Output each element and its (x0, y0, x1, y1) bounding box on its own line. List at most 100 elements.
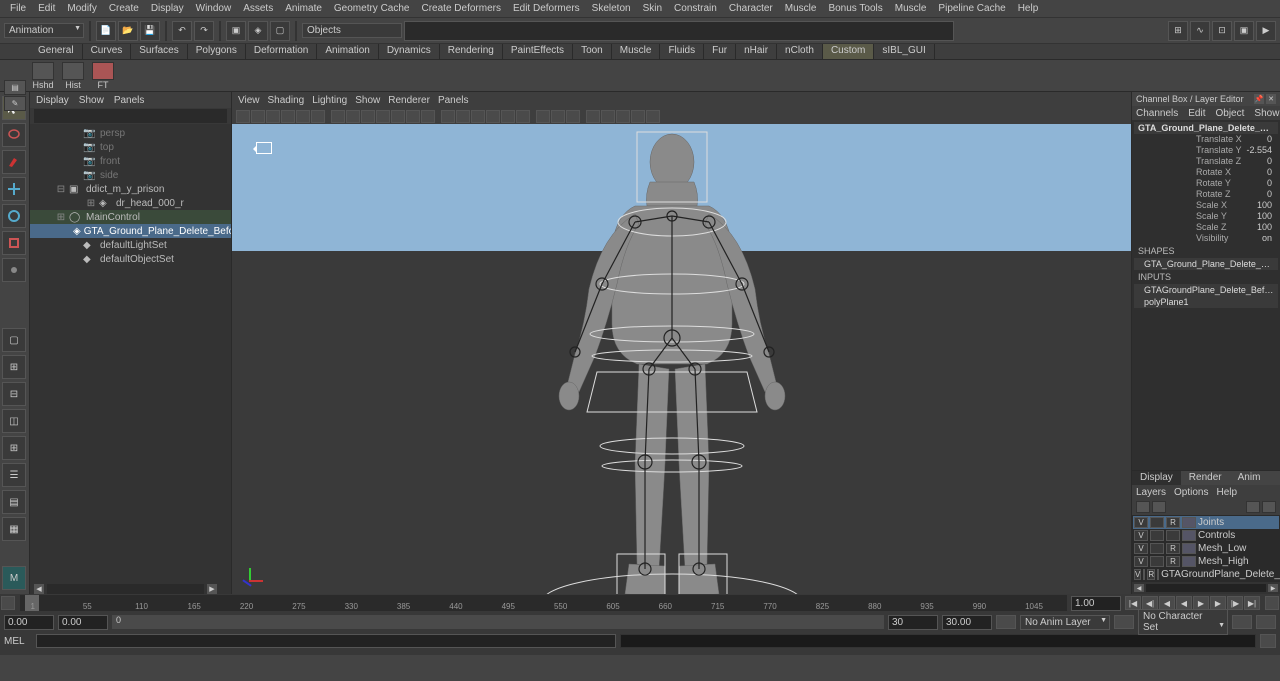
attr-visibility[interactable]: Visibilityon (1134, 233, 1278, 244)
undo-icon[interactable]: ↶ (172, 21, 192, 41)
vp-isolate-icon[interactable] (536, 110, 550, 123)
vp-shadows-icon[interactable] (501, 110, 515, 123)
selection-mask-dropdown[interactable]: Objects (302, 23, 402, 38)
vp-smooth-shade-icon[interactable] (456, 110, 470, 123)
vp-view-transform-icon[interactable] (616, 110, 630, 123)
range-end-field[interactable]: 30 (888, 615, 938, 630)
vp-menu-renderer[interactable]: Renderer (388, 95, 430, 106)
outliner-item-dr-head[interactable]: ⊞◈dr_head_000_r (30, 196, 231, 210)
layer-new-empty-icon[interactable] (1246, 501, 1260, 513)
lasso-tool[interactable] (2, 123, 26, 147)
vp-select-camera-icon[interactable] (236, 110, 250, 123)
cmdline-label[interactable]: MEL (4, 636, 32, 647)
anim-layer-settings-icon[interactable] (1114, 615, 1134, 629)
go-to-end-button[interactable]: ▶| (1244, 596, 1260, 610)
layer-menu-options[interactable]: Options (1174, 487, 1208, 498)
outliner-h-scrollbar[interactable] (47, 584, 204, 594)
shelf-tab-animation[interactable]: Animation (317, 44, 378, 59)
layer-scroll-left[interactable]: ◀ (1134, 584, 1144, 592)
snap-curve-icon[interactable]: ∿ (1190, 21, 1210, 41)
attr-scale-z[interactable]: Scale Z100 (1134, 222, 1278, 233)
paint-select-tool[interactable] (2, 150, 26, 174)
shelf-hshd-button[interactable]: Hshd (30, 62, 56, 90)
outliner-item-defaultobjectset[interactable]: ◆defaultObjectSet (30, 252, 231, 266)
maya-logo-icon[interactable]: M (2, 566, 26, 590)
menu-pipeline-cache[interactable]: Pipeline Cache (932, 1, 1011, 16)
current-time-field[interactable]: 1.00 (1071, 596, 1121, 611)
menu-geometry-cache[interactable]: Geometry Cache (328, 1, 416, 16)
shelf-edit-icon[interactable]: ✎ (4, 96, 26, 111)
vp-high-quality-icon[interactable] (516, 110, 530, 123)
shelf-tab-painteffects[interactable]: PaintEffects (503, 44, 573, 59)
attr-translate-z[interactable]: Translate Z0 (1134, 156, 1278, 167)
layer-ground-plane[interactable]: VRGTAGroundPlane_Delete_Befo (1133, 568, 1279, 581)
ipr-icon[interactable]: ▣ (1234, 21, 1254, 41)
shelf-tab-muscle[interactable]: Muscle (612, 44, 661, 59)
outliner-search[interactable] (34, 109, 227, 123)
vp-depth-icon[interactable] (631, 110, 645, 123)
outliner-item-defaultlightset[interactable]: ◆defaultLightSet (30, 238, 231, 252)
layer-mesh-low[interactable]: VRMesh_Low (1133, 542, 1279, 555)
menu-display[interactable]: Display (145, 1, 190, 16)
snap-point-icon[interactable]: ⊡ (1212, 21, 1232, 41)
panel-close-icon[interactable]: ✕ (1266, 94, 1276, 104)
layer-move-down-icon[interactable] (1152, 501, 1166, 513)
vp-gamma-icon[interactable] (601, 110, 615, 123)
vp-safe-title-icon[interactable] (421, 110, 435, 123)
menu-edit[interactable]: Edit (32, 1, 61, 16)
shelf-tab-fluids[interactable]: Fluids (660, 44, 704, 59)
layer-joints[interactable]: VRJoints (1133, 516, 1279, 529)
outliner-item-front[interactable]: 📷front (30, 154, 231, 168)
cb-input-node-1[interactable]: polyPlane1 (1134, 296, 1278, 308)
script-editor-icon[interactable] (1260, 634, 1276, 648)
shelf-hist-button[interactable]: Hist (60, 62, 86, 90)
timeline-menu-icon[interactable] (1, 596, 15, 610)
redo-icon[interactable]: ↷ (194, 21, 214, 41)
shelf-tab-polygons[interactable]: Polygons (188, 44, 246, 59)
vp-grease-icon[interactable] (311, 110, 325, 123)
vp-exposure-icon[interactable] (586, 110, 600, 123)
shelf-tab-toon[interactable]: Toon (573, 44, 612, 59)
attr-rotate-z[interactable]: Rotate Z0 (1134, 189, 1278, 200)
anim-layer-dropdown[interactable]: No Anim Layer (1020, 615, 1110, 630)
shelf-tab-deformation[interactable]: Deformation (246, 44, 317, 59)
select-component-icon[interactable]: ▢ (270, 21, 290, 41)
menu-muscle[interactable]: Muscle (779, 1, 823, 16)
play-backward-button[interactable]: ◀ (1176, 596, 1192, 610)
layout-outliner-icon[interactable]: ☰ (2, 463, 26, 487)
layer-menu-layers[interactable]: Layers (1136, 487, 1166, 498)
menu-bonus-tools[interactable]: Bonus Tools (822, 1, 888, 16)
shelf-tab-custom[interactable]: Custom (823, 44, 874, 59)
auto-key-icon[interactable] (996, 615, 1016, 629)
select-hierarchy-icon[interactable]: ▣ (226, 21, 246, 41)
shelf-tab-fur[interactable]: Fur (704, 44, 736, 59)
layer-menu-help[interactable]: Help (1216, 487, 1237, 498)
menu-constrain[interactable]: Constrain (668, 1, 723, 16)
vp-grid-icon[interactable] (331, 110, 345, 123)
layer-tab-render[interactable]: Render (1181, 471, 1230, 485)
outliner-menu-display[interactable]: Display (36, 95, 69, 106)
vp-use-lights-icon[interactable] (486, 110, 500, 123)
attr-scale-y[interactable]: Scale Y100 (1134, 211, 1278, 222)
shelf-tab-rendering[interactable]: Rendering (440, 44, 503, 59)
step-back-key-button[interactable]: ◀| (1142, 596, 1158, 610)
timeline-prefs-icon[interactable] (1265, 596, 1279, 610)
time-slider-track[interactable]: 1 55 110 165 220 275 330 385 440 495 550… (20, 595, 1067, 611)
layout-four-icon[interactable]: ⊞ (2, 355, 26, 379)
cb-node-name[interactable]: GTA_Ground_Plane_Delete_Before... (1134, 122, 1278, 134)
menu-create[interactable]: Create (103, 1, 145, 16)
move-tool[interactable] (2, 177, 26, 201)
vp-field-chart-icon[interactable] (391, 110, 405, 123)
shelf-tab-nhair[interactable]: nHair (736, 44, 777, 59)
step-forward-button[interactable]: ▶ (1210, 596, 1226, 610)
character-set-dropdown[interactable]: No Character Set (1138, 609, 1228, 635)
vp-menu-panels[interactable]: Panels (438, 95, 469, 106)
cb-tab-channels[interactable]: Channels (1136, 108, 1178, 118)
menu-file[interactable]: File (4, 1, 32, 16)
menu-animate[interactable]: Animate (279, 1, 328, 16)
step-forward-key-button[interactable]: |▶ (1227, 596, 1243, 610)
save-scene-icon[interactable]: 💾 (140, 21, 160, 41)
outliner-item-top[interactable]: 📷top (30, 140, 231, 154)
range-handle[interactable]: 0 (112, 615, 884, 629)
attr-rotate-x[interactable]: Rotate X0 (1134, 167, 1278, 178)
